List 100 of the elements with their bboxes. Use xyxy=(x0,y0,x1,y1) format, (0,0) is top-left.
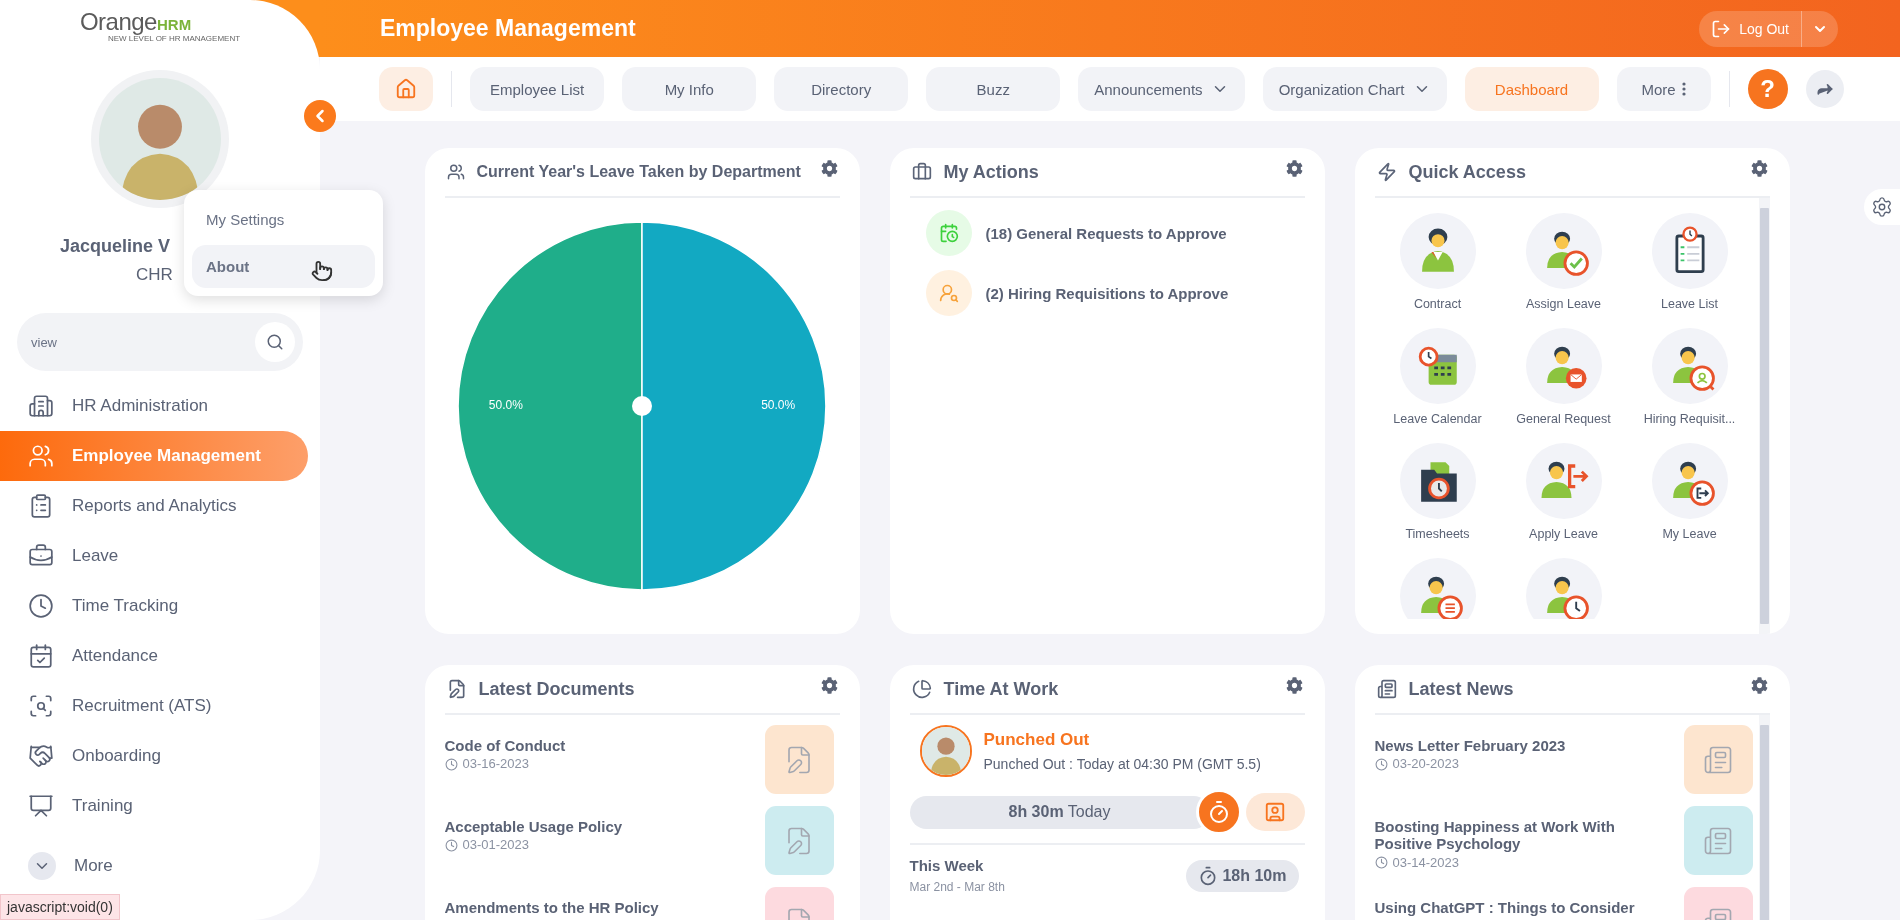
quick-access-item[interactable]: Leave Calendar xyxy=(1374,328,1501,443)
status-bar: javascript:void(0) xyxy=(0,894,120,920)
settings-button[interactable] xyxy=(1285,159,1303,177)
collapse-button[interactable] xyxy=(304,100,336,132)
card-title: Time At Work xyxy=(943,678,1060,700)
menu-item[interactable]: My Settings xyxy=(192,198,375,241)
briefcase-icon xyxy=(911,162,932,182)
building-icon xyxy=(28,393,54,419)
user-name: Jacqueline V xyxy=(60,236,171,257)
nav-item[interactable]: Training xyxy=(0,781,308,831)
tab[interactable]: Directory xyxy=(774,67,909,111)
tab[interactable]: Employee List xyxy=(470,67,605,111)
document-date: 03-01-2023 xyxy=(462,838,529,854)
news-tile[interactable] xyxy=(1683,725,1753,794)
user-role: CHR xyxy=(136,265,173,285)
document-link[interactable]: Code of Conduct xyxy=(444,737,566,755)
chevron-down-icon xyxy=(28,852,56,880)
quick-access-item[interactable]: Assign Leave xyxy=(1500,213,1627,328)
search-field[interactable]: view xyxy=(17,313,303,371)
quick-access-item[interactable]: Hiring Requisit... xyxy=(1626,328,1753,443)
settings-button[interactable] xyxy=(1864,189,1900,225)
settings-button[interactable] xyxy=(820,676,838,694)
people-icon xyxy=(446,163,465,181)
handshake-icon xyxy=(28,743,54,769)
settings-button[interactable] xyxy=(820,159,838,177)
news-link[interactable]: News Letter February 2023 xyxy=(1374,737,1566,755)
home-button[interactable] xyxy=(379,67,433,111)
gear-icon xyxy=(1750,159,1768,177)
scrollbar[interactable] xyxy=(1758,198,1770,634)
card-title: My Actions xyxy=(943,161,1040,183)
logout-icon xyxy=(1711,18,1732,39)
action-item[interactable]: (18) General Requests to Approve xyxy=(925,210,1305,256)
punch-status: Punched Out xyxy=(983,730,1091,750)
center-dot xyxy=(632,396,652,416)
home-icon xyxy=(395,78,417,100)
nav-item[interactable]: Leave xyxy=(0,531,308,581)
nav-item[interactable]: Time Tracking xyxy=(0,581,308,631)
gear-icon xyxy=(820,159,838,177)
newspaper-icon xyxy=(1703,744,1733,775)
nav-item[interactable]: More xyxy=(0,841,308,891)
news-date: 03-20-2023 xyxy=(1392,757,1459,773)
action-item[interactable]: (2) Hiring Requisitions to Approve xyxy=(925,270,1305,316)
card-title: Current Year's Leave Taken by Department xyxy=(476,163,802,181)
card-title: Latest Documents xyxy=(478,678,636,700)
news-tile[interactable] xyxy=(1683,806,1753,875)
clipboard-icon xyxy=(28,493,54,519)
nav-item[interactable]: Reports and Analytics xyxy=(0,481,308,531)
clock-icon xyxy=(1374,856,1388,870)
quick-access-item[interactable]: Contract xyxy=(1374,213,1501,328)
document-tile[interactable] xyxy=(764,725,834,794)
settings-button[interactable] xyxy=(1750,159,1768,177)
nav-item[interactable]: HR Administration xyxy=(0,381,308,431)
card-title: Latest News xyxy=(1408,678,1515,700)
clock-icon xyxy=(28,593,54,619)
people-icon xyxy=(28,443,54,469)
search-icon xyxy=(266,333,284,351)
id-badge-icon xyxy=(1264,801,1286,823)
gear-icon xyxy=(1871,196,1893,218)
tab[interactable]: Announcements xyxy=(1078,67,1245,111)
settings-button[interactable] xyxy=(1285,676,1303,694)
punch-detail: Punched Out : Today at 04:30 PM (GMT 5.5) xyxy=(983,756,1261,772)
menu-item[interactable]: About xyxy=(192,245,375,288)
more-tab[interactable]: More xyxy=(1616,67,1711,111)
quick-access-item[interactable]: My Leave xyxy=(1626,443,1753,558)
tab[interactable]: My Info xyxy=(622,67,757,111)
page-title: Employee Management xyxy=(380,15,636,42)
clock-icon xyxy=(444,839,458,853)
quick-access-item[interactable]: Timesheets xyxy=(1374,443,1501,558)
nav-item[interactable]: Onboarding xyxy=(0,731,308,781)
document-link[interactable]: Amendments to the HR Policy xyxy=(444,899,659,917)
badge-button[interactable] xyxy=(1245,793,1305,831)
nav-item[interactable]: Attendance xyxy=(0,631,308,681)
card-title: Quick Access xyxy=(1408,161,1527,183)
week-label: This Week xyxy=(909,857,985,874)
quick-access-item[interactable]: Leave List xyxy=(1626,213,1753,328)
kebab-icon xyxy=(1681,82,1686,96)
hand-cursor-icon xyxy=(311,260,333,282)
slice-label: 50.0% xyxy=(761,398,796,413)
clock-icon xyxy=(444,758,458,772)
briefcase-icon xyxy=(28,543,54,569)
gear-icon xyxy=(820,676,838,694)
week-range: Mar 2nd - Mar 8th xyxy=(909,880,1005,894)
document-link[interactable]: Acceptable Usage Policy xyxy=(444,818,623,836)
news-date: 03-14-2023 xyxy=(1392,855,1459,871)
avatar xyxy=(919,725,972,777)
quick-access-item[interactable]: General Request xyxy=(1500,328,1627,443)
newspaper-icon xyxy=(1703,825,1733,856)
quick-access-item[interactable]: Apply Leave xyxy=(1500,443,1627,558)
settings-button[interactable] xyxy=(1750,676,1768,694)
presentation-icon xyxy=(28,793,54,819)
news-link[interactable]: Using ChatGPT : Things to Consider xyxy=(1374,899,1635,917)
document-tile[interactable] xyxy=(764,806,834,875)
slice-label: 50.0% xyxy=(488,398,523,413)
tab[interactable]: Organization Chart xyxy=(1262,67,1447,111)
news-link[interactable]: Boosting Happiness at Work With Positive Psychology xyxy=(1374,818,1645,853)
lightning-icon xyxy=(1376,162,1397,182)
tab[interactable]: Buzz xyxy=(926,67,1061,111)
gear-icon xyxy=(1285,676,1303,694)
nav-item[interactable]: Recruitment (ATS) xyxy=(0,681,308,731)
share-button[interactable] xyxy=(1805,70,1844,108)
